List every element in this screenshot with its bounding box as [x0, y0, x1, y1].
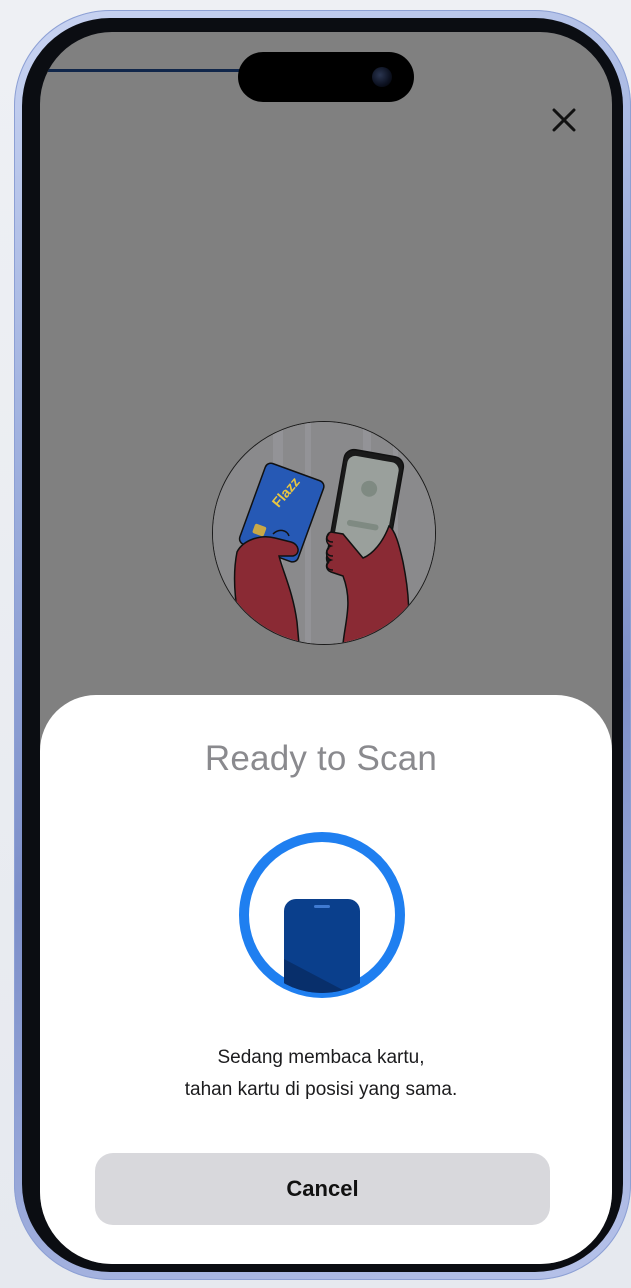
dynamic-island — [238, 52, 414, 102]
sheet-message: Sedang membaca kartu, tahan kartu di pos… — [40, 1042, 602, 1106]
close-button[interactable] — [544, 100, 584, 140]
card-tap-illustration: Flazz — [212, 421, 436, 645]
page: Flazz Ready to Scan Sedang membaca kartu… — [0, 0, 631, 1288]
progress-indicator — [48, 69, 248, 72]
hands-holding-card-and-phone-illustration: Flazz — [213, 422, 435, 644]
sheet-message-line2: tahan kartu di posisi yang sama. — [184, 1079, 458, 1100]
camera-icon — [372, 67, 392, 87]
sheet-title: Ready to Scan — [204, 739, 438, 778]
phone-scan-icon — [236, 829, 408, 1001]
close-icon — [552, 108, 576, 132]
nfc-scan-sheet: Ready to Scan Sedang membaca kartu, taha… — [40, 695, 612, 1264]
phone-screen: Flazz Ready to Scan Sedang membaca kartu… — [40, 32, 612, 1264]
cancel-button[interactable]: Cancel — [95, 1153, 550, 1225]
sheet-message-line1: Sedang membaca kartu, — [217, 1047, 425, 1068]
